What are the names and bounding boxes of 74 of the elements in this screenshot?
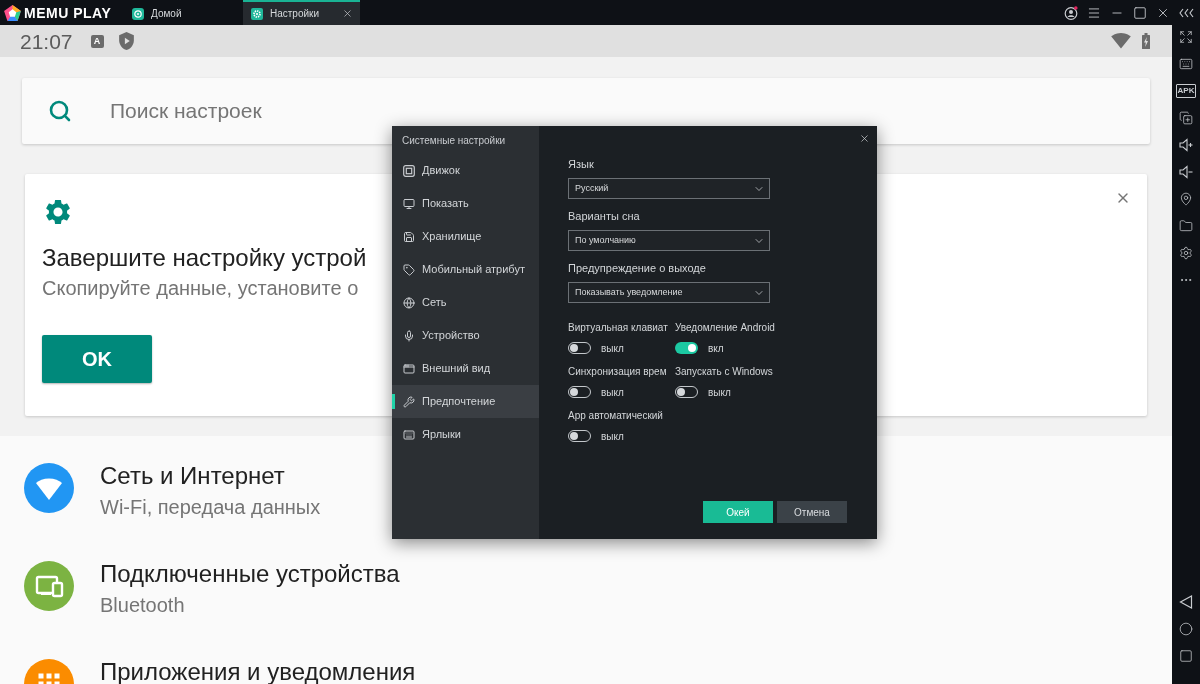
field-label: Варианты сна bbox=[568, 209, 640, 223]
nav-item[interactable]: Хранилище bbox=[392, 220, 539, 253]
search-field[interactable]: Поиск настроек bbox=[110, 95, 1130, 127]
toggle-switch[interactable] bbox=[675, 342, 698, 354]
input-badge: A bbox=[90, 34, 104, 48]
close-icon[interactable] bbox=[342, 8, 353, 19]
nav-item[interactable]: Движок bbox=[392, 154, 539, 187]
toggle-state: выкл bbox=[708, 385, 731, 400]
window-icon bbox=[403, 362, 415, 375]
back-icon[interactable] bbox=[1179, 595, 1193, 609]
toggle-label: Уведомление Android bbox=[675, 321, 775, 335]
multi-window-icon[interactable] bbox=[1179, 111, 1193, 125]
field-label: Предупреждение о выходе bbox=[568, 261, 706, 275]
location-pin-icon[interactable] bbox=[1179, 192, 1193, 206]
cancel-button[interactable]: Отмена bbox=[777, 501, 847, 523]
chevrons-left-icon[interactable] bbox=[1179, 7, 1195, 18]
card-title: Завершите настройку устрой bbox=[42, 244, 367, 272]
settings-app-icon bbox=[251, 7, 263, 20]
toggle-label: Запускать с Windows bbox=[675, 365, 773, 379]
tag-icon bbox=[403, 263, 415, 276]
nav-item[interactable]: Устройство bbox=[392, 319, 539, 352]
apk-button[interactable]: APK bbox=[1176, 84, 1196, 98]
dropdown[interactable]: Показывать уведомление bbox=[568, 282, 770, 303]
toggle-label: App автоматический bbox=[568, 409, 663, 423]
toggle-label: Синхронизация врем bbox=[568, 365, 667, 379]
ok-button[interactable]: OK bbox=[42, 335, 152, 383]
nav-item[interactable]: Сеть bbox=[392, 286, 539, 319]
dropdown[interactable]: По умолчанию bbox=[568, 230, 770, 251]
field-label: Язык bbox=[568, 157, 594, 171]
nav-item[interactable]: Мобильный атрибут bbox=[392, 253, 539, 286]
gear-icon bbox=[46, 200, 70, 224]
nav-item[interactable]: Предпочтение bbox=[392, 385, 539, 418]
battery-charging-icon bbox=[1142, 33, 1150, 49]
toggle-state: выкл bbox=[601, 385, 624, 400]
microphone-icon bbox=[403, 329, 415, 342]
toggle-state: вкл bbox=[708, 341, 724, 356]
app-logo-text: MEMU PLAY bbox=[24, 5, 112, 20]
account-icon[interactable] bbox=[1064, 5, 1078, 20]
toggle-state: выкл bbox=[601, 429, 624, 444]
dropdown[interactable]: Русский bbox=[568, 178, 770, 199]
monitor-icon bbox=[403, 197, 415, 210]
nav-item[interactable]: Ярлыки bbox=[392, 418, 539, 451]
nav-item[interactable]: Внешний вид bbox=[392, 352, 539, 385]
nav-item[interactable]: Показать bbox=[392, 187, 539, 220]
settings-icon[interactable] bbox=[1179, 246, 1193, 260]
search-icon bbox=[48, 99, 72, 123]
keyboard-icon[interactable] bbox=[1179, 57, 1193, 71]
wifi-signal-icon bbox=[1111, 33, 1131, 49]
menu-icon[interactable] bbox=[1087, 5, 1101, 20]
globe-icon bbox=[403, 296, 415, 309]
settings-title[interactable]: Подключенные устройства bbox=[100, 561, 400, 587]
card-subtitle: Скопируйте данные, установите о bbox=[42, 276, 359, 301]
volume-down-icon[interactable] bbox=[1179, 165, 1193, 179]
toggle-label: Виртуальная клавиат bbox=[568, 321, 668, 335]
logo-icon bbox=[4, 4, 21, 21]
tab[interactable]: Домой bbox=[122, 0, 240, 25]
close-icon[interactable] bbox=[859, 132, 870, 144]
tab[interactable]: Настройки bbox=[243, 0, 360, 25]
settings-title[interactable]: Сеть и Интернет bbox=[100, 463, 285, 489]
settings-subtitle: Wi-Fi, передача данных bbox=[100, 495, 321, 520]
keyboard-icon bbox=[403, 428, 415, 441]
home-app-icon bbox=[132, 7, 144, 20]
shield-icon bbox=[118, 32, 134, 50]
toggle-state: выкл bbox=[601, 341, 624, 356]
recents-icon[interactable] bbox=[1179, 649, 1193, 663]
settings-subtitle: Bluetooth bbox=[100, 593, 185, 618]
volume-up-icon[interactable] bbox=[1179, 138, 1193, 152]
folder-icon[interactable] bbox=[1179, 219, 1193, 233]
chip-icon bbox=[403, 164, 415, 177]
home-icon[interactable] bbox=[1179, 622, 1193, 636]
maximize-icon[interactable] bbox=[1133, 5, 1147, 20]
expand-icon[interactable] bbox=[1179, 30, 1193, 44]
wrench-icon bbox=[403, 395, 415, 408]
clock: 21:07 bbox=[20, 30, 73, 52]
